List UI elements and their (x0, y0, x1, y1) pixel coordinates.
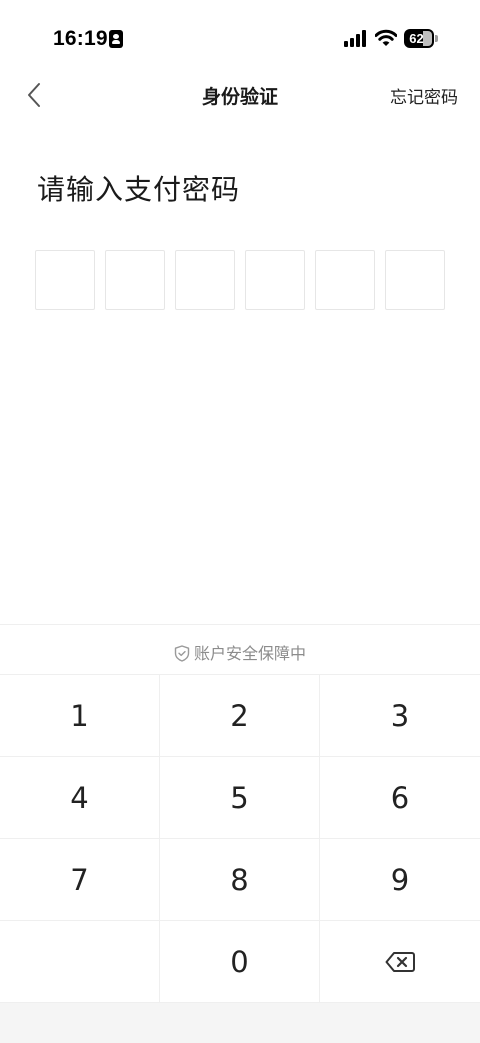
pin-input[interactable] (35, 250, 445, 310)
delete-button[interactable] (320, 921, 480, 1003)
forgot-password-link[interactable]: 忘记密码 (390, 83, 458, 108)
shield-check-icon (174, 645, 190, 662)
wifi-icon (375, 29, 397, 46)
key-2[interactable]: 2 (160, 675, 320, 757)
security-banner: 账户安全保障中 (0, 624, 480, 675)
backspace-icon (385, 952, 415, 972)
key-1[interactable]: 1 (0, 675, 160, 757)
contact-card-icon (109, 30, 123, 48)
pin-box[interactable] (35, 250, 95, 310)
pin-box[interactable] (105, 250, 165, 310)
key-6[interactable]: 6 (320, 757, 480, 839)
key-5[interactable]: 5 (160, 757, 320, 839)
key-8[interactable]: 8 (160, 839, 320, 921)
pin-box[interactable] (175, 250, 235, 310)
home-indicator-area (0, 1003, 480, 1043)
status-time: 16:19 (53, 27, 108, 50)
battery-tip (435, 35, 438, 42)
key-0[interactable]: 0 (160, 921, 320, 1003)
key-9[interactable]: 9 (320, 839, 480, 921)
pin-box[interactable] (385, 250, 445, 310)
battery-icon: 62 (404, 29, 434, 48)
security-text: 账户安全保障中 (193, 646, 306, 663)
numeric-keypad: 账户安全保障中 1 2 3 4 5 6 7 8 9 0 (0, 624, 480, 1043)
chevron-left-icon (28, 83, 40, 107)
key-blank (0, 921, 160, 1003)
battery-level: 62 (409, 31, 424, 46)
status-bar: 16:19 62 (0, 0, 480, 76)
pin-box[interactable] (245, 250, 305, 310)
key-3[interactable]: 3 (320, 675, 480, 757)
pin-box[interactable] (315, 250, 375, 310)
keypad-grid: 1 2 3 4 5 6 7 8 9 0 (0, 675, 480, 1003)
key-7[interactable]: 7 (0, 839, 160, 921)
key-4[interactable]: 4 (0, 757, 160, 839)
nav-bar: 身份验证 忘记密码 (0, 70, 480, 118)
back-button[interactable] (20, 80, 50, 110)
cellular-signal-icon (344, 30, 368, 47)
prompt-title: 请输入支付密码 (37, 174, 241, 205)
